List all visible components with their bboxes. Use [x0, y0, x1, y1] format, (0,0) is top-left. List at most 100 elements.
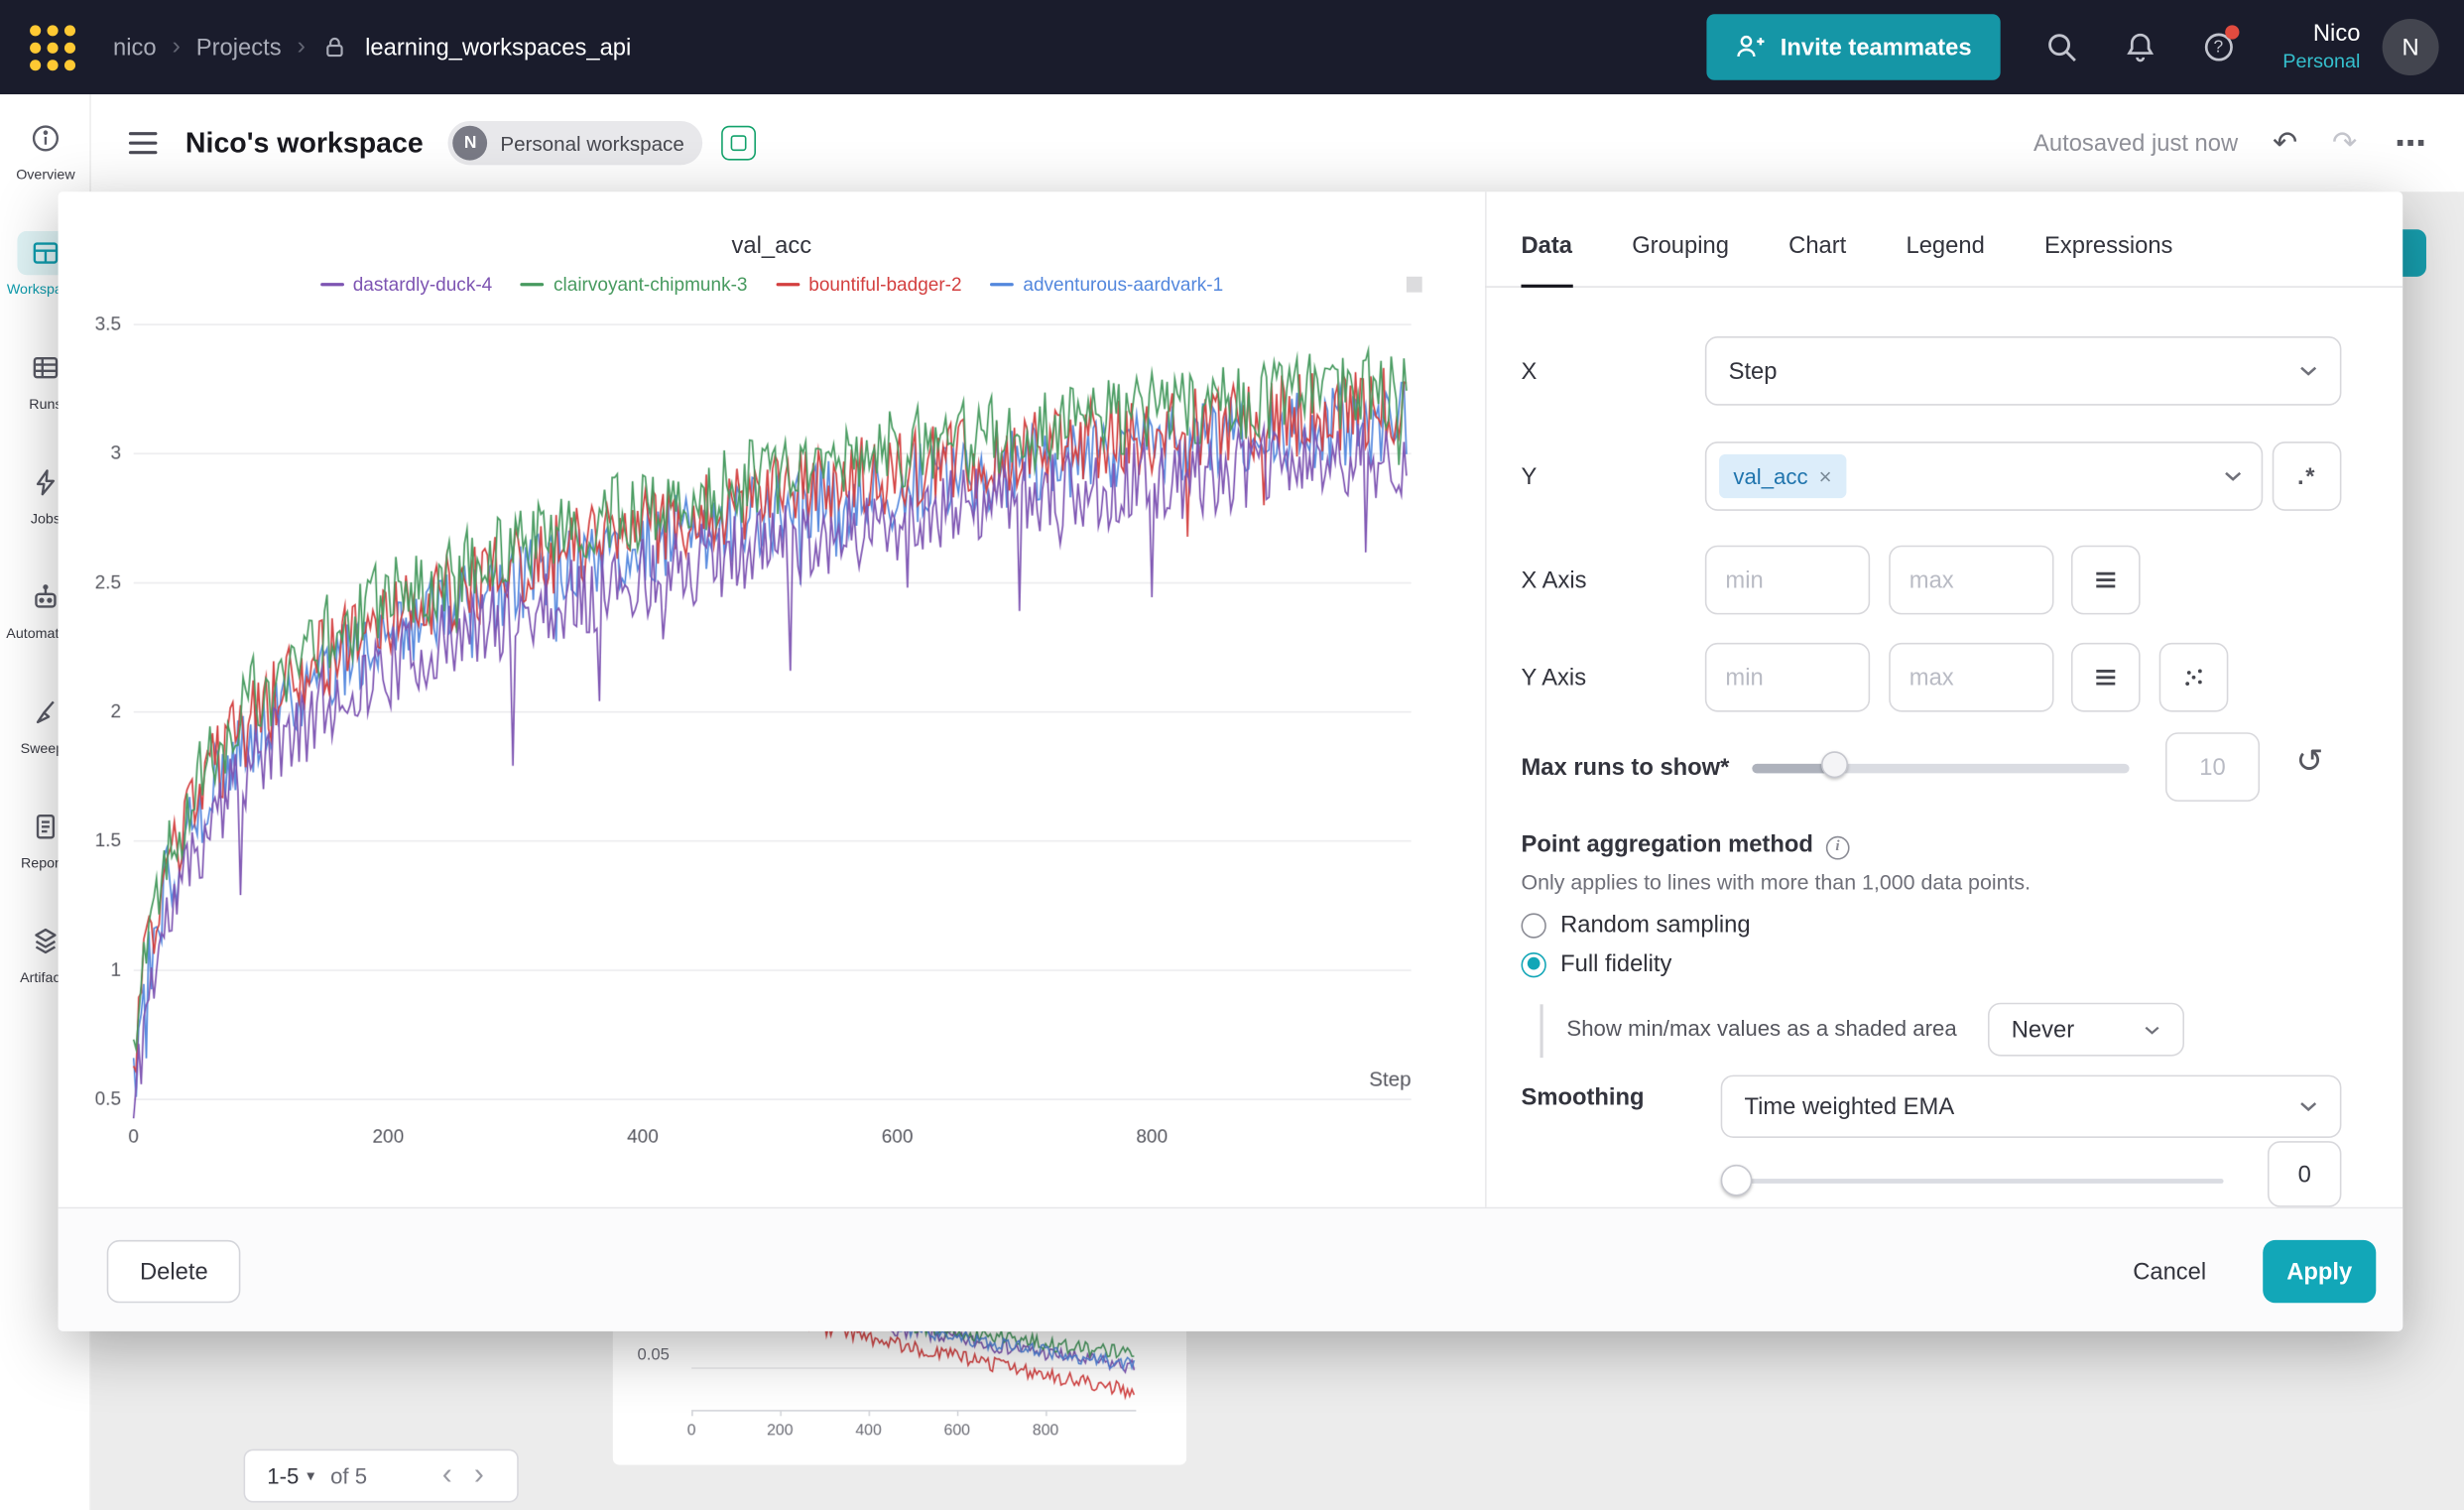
smoothing-amount-value: 0	[2298, 1161, 2311, 1188]
redo-icon[interactable]: ↷	[2332, 125, 2357, 161]
sidebar-item-label: Runs	[29, 396, 62, 412]
smoothing-slider-thumb[interactable]	[1721, 1165, 1753, 1196]
minmax-shaded-value: Never	[2012, 1016, 2144, 1043]
y-metric-chip-label: val_acc	[1733, 463, 1807, 488]
x-axis-settings-button[interactable]	[2071, 546, 2141, 615]
max-runs-input[interactable]	[2165, 732, 2260, 802]
user-info[interactable]: Nico Personal	[2282, 20, 2360, 73]
legend-item[interactable]: bountiful-badger-2	[776, 274, 962, 296]
sidebar-item-label: Jobs	[31, 511, 61, 527]
smoothing-slider-track[interactable]	[1737, 1179, 2224, 1184]
aggregation-title-text: Point aggregation method	[1521, 831, 1812, 858]
smoothing-amount-input[interactable]: 0	[2268, 1141, 2341, 1207]
personal-workspace-badge[interactable]: N Personal workspace	[448, 121, 703, 165]
max-runs-slider-thumb[interactable]	[1821, 751, 1848, 778]
max-runs-label: Max runs to show*	[1521, 754, 1729, 781]
menu-icon[interactable]	[129, 132, 158, 154]
snapshot-icon[interactable]	[722, 126, 757, 161]
x-field-label: X	[1521, 358, 1537, 385]
pagination-range[interactable]: 1-5	[267, 1463, 299, 1488]
dots-pattern-icon	[2179, 664, 2208, 692]
breadcrumb: nico › Projects › learning_workspaces_ap…	[113, 33, 631, 62]
y-field-label: Y	[1521, 463, 1537, 490]
breadcrumb-separator-icon: ›	[173, 33, 181, 62]
y-axis-min-input[interactable]	[1705, 643, 1870, 712]
radio-icon	[1521, 913, 1545, 938]
avatar[interactable]: N	[2383, 19, 2439, 75]
help-icon[interactable]: ?	[2201, 30, 2236, 64]
regex-toggle-button[interactable]: .*	[2273, 441, 2342, 511]
legend-swatch	[521, 283, 545, 287]
wandb-logo-icon[interactable]	[25, 21, 78, 74]
y-axis-scatter-button[interactable]	[2159, 643, 2229, 712]
mini-chart-ytick: 0.05	[626, 1345, 670, 1364]
radio-random-sampling[interactable]: Random sampling	[1521, 912, 1750, 939]
x-axis-min-input[interactable]	[1705, 546, 1870, 615]
apply-button[interactable]: Apply	[2263, 1240, 2376, 1303]
y-metric-multiselect[interactable]: val_acc ×	[1705, 441, 2263, 511]
lock-icon	[321, 33, 350, 62]
breadcrumb-separator-icon: ›	[297, 33, 305, 62]
legend-item[interactable]: dastardly-duck-4	[319, 274, 492, 296]
val-acc-chart[interactable]	[94, 307, 1445, 1187]
aggregation-note: Only applies to lines with more than 1,0…	[1521, 871, 2031, 895]
chart-title: val_acc	[59, 232, 1485, 259]
panel-divider	[1485, 191, 1487, 1206]
tab-data[interactable]: Data	[1521, 232, 1572, 287]
tab-grouping[interactable]: Grouping	[1632, 232, 1729, 287]
panel-editor-modal: val_acc dastardly-duck-4 clairvoyant-chi…	[59, 191, 2403, 1331]
tab-expressions[interactable]: Expressions	[2044, 232, 2172, 287]
legend-run-name: clairvoyant-chipmunk-3	[554, 274, 747, 296]
user-name: Nico	[2282, 20, 2360, 50]
x-metric-select[interactable]: Step	[1705, 336, 2342, 406]
y-axis-max-input[interactable]	[1889, 643, 2053, 712]
overview-icon	[17, 116, 73, 160]
radio-label: Random sampling	[1560, 912, 1751, 939]
legend-swatch	[776, 283, 800, 287]
legend-item[interactable]: adventurous-aardvark-1	[990, 274, 1223, 296]
tab-chart[interactable]: Chart	[1788, 232, 1846, 287]
add-user-icon	[1735, 32, 1767, 63]
invite-teammates-button[interactable]: Invite teammates	[1706, 14, 2000, 80]
badge-avatar: N	[453, 126, 488, 161]
notifications-bell-icon[interactable]	[2123, 30, 2157, 64]
breadcrumb-user[interactable]: nico	[113, 34, 157, 61]
undo-icon[interactable]: ↶	[2273, 125, 2297, 161]
y-axis-settings-button[interactable]	[2071, 643, 2141, 712]
minmax-shaded-label: Show min/max values as a shaded area	[1566, 1015, 1956, 1040]
notification-dot	[2225, 25, 2239, 39]
pagination-prev-icon[interactable]: ‹	[431, 1458, 463, 1493]
indent-bar	[1540, 1004, 1542, 1058]
avatar-initial: N	[2402, 34, 2419, 61]
legend-run-name: adventurous-aardvark-1	[1023, 274, 1223, 296]
cancel-button[interactable]: Cancel	[2108, 1240, 2232, 1303]
modal-footer: Delete Cancel Apply	[59, 1207, 2403, 1331]
workspace-title: Nico's workspace	[185, 127, 424, 160]
remove-chip-icon[interactable]: ×	[1819, 463, 1832, 488]
breadcrumb-project[interactable]: learning_workspaces_api	[365, 34, 631, 61]
smoothing-type-select[interactable]: Time weighted EMA	[1721, 1075, 2342, 1138]
minmax-shaded-select[interactable]: Never	[1988, 1003, 2184, 1057]
x-axis-label: X Axis	[1521, 567, 1586, 594]
screen: nico › Projects › learning_workspaces_ap…	[0, 0, 2464, 1510]
top-navbar: nico › Projects › learning_workspaces_ap…	[0, 0, 2464, 94]
radio-label: Full fidelity	[1560, 950, 1671, 977]
delete-button[interactable]: Delete	[107, 1240, 241, 1303]
x-axis-max-input[interactable]	[1889, 546, 2053, 615]
search-icon[interactable]	[2043, 30, 2078, 64]
smoothing-label: Smoothing	[1521, 1084, 1644, 1111]
invite-teammates-label: Invite teammates	[1781, 34, 1972, 61]
panel-action-icon[interactable]	[1407, 277, 1422, 293]
legend-item[interactable]: clairvoyant-chipmunk-3	[521, 274, 748, 296]
legend-swatch	[319, 283, 343, 287]
reset-icon[interactable]: ↺	[2295, 742, 2323, 782]
info-icon[interactable]: i	[1826, 835, 1850, 859]
legend-run-name: dastardly-duck-4	[353, 274, 493, 296]
breadcrumb-projects[interactable]: Projects	[196, 34, 282, 61]
tab-legend[interactable]: Legend	[1906, 232, 1984, 287]
overflow-menu-icon[interactable]: ⋯	[2395, 123, 2426, 163]
pagination-next-icon[interactable]: ›	[463, 1458, 495, 1493]
radio-full-fidelity[interactable]: Full fidelity	[1521, 950, 1671, 977]
x-metric-value: Step	[1729, 357, 2299, 384]
aggregation-title: Point aggregation method i	[1521, 831, 1849, 859]
